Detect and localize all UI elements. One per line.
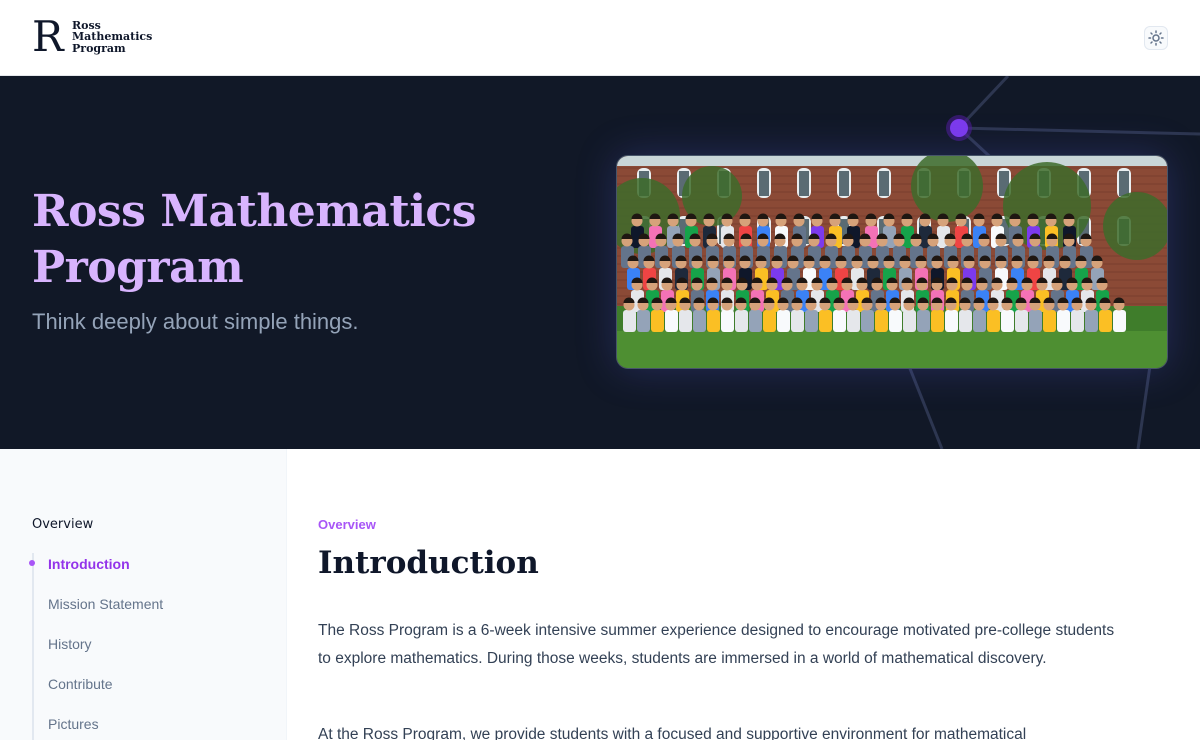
hero-subtitle: Think deeply about simple things.	[32, 309, 359, 334]
sidebar-item-label: Pictures	[48, 716, 99, 732]
sidebar-item-label: Mission Statement	[48, 596, 164, 612]
sidebar-item-label: History	[48, 636, 92, 652]
hero-title: Ross Mathematics Program	[32, 186, 476, 293]
active-indicator	[29, 560, 35, 566]
environment-paragraph: At the Ross Program, we provide students…	[318, 726, 1027, 740]
sidebar-item-history[interactable]: History	[34, 633, 262, 673]
sidebar-item-mission-statement[interactable]: Mission Statement	[34, 593, 262, 633]
sidebar-item-introduction[interactable]: Introduction	[29, 553, 262, 593]
hero-section: Ross Mathematics Program Think deeply ab…	[0, 76, 1200, 449]
page-title: Introduction	[318, 545, 539, 581]
sun-icon	[1148, 30, 1164, 46]
main-content: Overview Introduction The Ross Program i…	[318, 449, 1168, 740]
site-logo[interactable]: R Ross Mathematics Program	[32, 12, 152, 61]
logo-text: Ross Mathematics Program	[72, 20, 152, 55]
sidebar-nav: Overview Introduction Mission Statement …	[0, 449, 287, 740]
intro-paragraph: The Ross Program is a 6-week intensive s…	[318, 622, 1115, 667]
group-photo	[616, 155, 1168, 369]
section-eyebrow: Overview	[318, 517, 376, 532]
top-header: R Ross Mathematics Program	[0, 0, 1200, 76]
theme-toggle-button[interactable]	[1144, 26, 1168, 50]
sidebar-item-label: Contribute	[48, 676, 113, 692]
logo-mark: R	[32, 12, 64, 61]
sidebar-item-contribute[interactable]: Contribute	[34, 673, 262, 713]
sidebar-item-pictures[interactable]: Pictures	[34, 713, 262, 740]
sidebar-item-label: Introduction	[48, 556, 130, 572]
sidebar-heading: Overview	[32, 517, 94, 532]
sidebar-list: Introduction Mission Statement History C…	[29, 553, 262, 740]
logo-line-program: Program	[72, 41, 126, 55]
